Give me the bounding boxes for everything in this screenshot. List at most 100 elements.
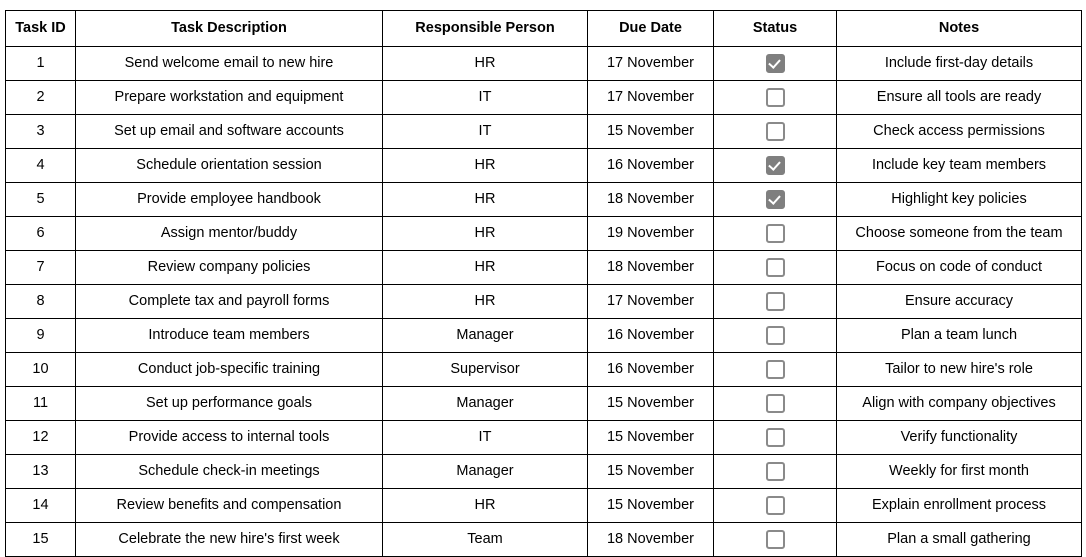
checkbox-checked-icon[interactable] xyxy=(765,156,785,175)
column-header-status: Status xyxy=(713,10,837,47)
cell-due-date: 16 November xyxy=(587,318,714,353)
cell-task-id: 4 xyxy=(5,148,76,183)
cell-responsible-person: IT xyxy=(382,80,588,115)
table-row: 10 Conduct job-specific training Superviso… xyxy=(5,352,1082,387)
cell-responsible-person: HR xyxy=(382,284,588,319)
cell-status[interactable] xyxy=(713,454,837,489)
cell-status[interactable] xyxy=(713,80,837,115)
cell-due-date: 15 November xyxy=(587,454,714,489)
cell-notes: Ensure all tools are ready xyxy=(836,80,1082,115)
cell-responsible-person: HR xyxy=(382,250,588,285)
checkbox-unchecked-icon[interactable] xyxy=(765,394,785,413)
cell-task-description: Celebrate the new hire's first week xyxy=(75,522,383,557)
cell-task-id: 14 xyxy=(5,488,76,523)
checkbox-unchecked-icon[interactable] xyxy=(765,122,785,141)
onboarding-task-table: Task ID Task Description Responsible Per… xyxy=(5,10,1082,557)
table-row: 12 Provide access to internal tools IT 15 N… xyxy=(5,420,1082,455)
cell-status[interactable] xyxy=(713,114,837,149)
cell-task-id: 1 xyxy=(5,46,76,81)
cell-task-description: Set up performance goals xyxy=(75,386,383,421)
cell-status[interactable] xyxy=(713,386,837,421)
cell-task-description: Complete tax and payroll forms xyxy=(75,284,383,319)
table-row: 8 Complete tax and payroll forms HR 17 Nove… xyxy=(5,284,1082,319)
cell-due-date: 15 November xyxy=(587,420,714,455)
table-row: 1 Send welcome email to new hire HR 17 Nove… xyxy=(5,46,1082,81)
checkbox-unchecked-icon[interactable] xyxy=(765,88,785,107)
task-table-container: Task ID Task Description Responsible Per… xyxy=(5,10,1082,557)
cell-task-description: Prepare workstation and equipment xyxy=(75,80,383,115)
cell-due-date: 17 November xyxy=(587,46,714,81)
cell-notes: Highlight key policies xyxy=(836,182,1082,217)
cell-status[interactable] xyxy=(713,148,837,183)
table-row: 5 Provide employee handbook HR 18 November H… xyxy=(5,182,1082,217)
cell-task-id: 12 xyxy=(5,420,76,455)
cell-task-description: Provide access to internal tools xyxy=(75,420,383,455)
cell-notes: Focus on code of conduct xyxy=(836,250,1082,285)
checkbox-checked-icon[interactable] xyxy=(765,190,785,209)
cell-notes: Choose someone from the team xyxy=(836,216,1082,251)
checkbox-unchecked-icon[interactable] xyxy=(765,224,785,243)
cell-task-description: Set up email and software accounts xyxy=(75,114,383,149)
cell-notes: Weekly for first month xyxy=(836,454,1082,489)
cell-task-id: 13 xyxy=(5,454,76,489)
cell-notes: Ensure accuracy xyxy=(836,284,1082,319)
cell-task-id: 6 xyxy=(5,216,76,251)
cell-due-date: 17 November xyxy=(587,284,714,319)
table-row: 2 Prepare workstation and equipment IT 17 N… xyxy=(5,80,1082,115)
cell-status[interactable] xyxy=(713,182,837,217)
cell-responsible-person: IT xyxy=(382,420,588,455)
cell-status[interactable] xyxy=(713,216,837,251)
cell-status[interactable] xyxy=(713,284,837,319)
cell-status[interactable] xyxy=(713,352,837,387)
cell-task-id: 15 xyxy=(5,522,76,557)
checkbox-unchecked-icon[interactable] xyxy=(765,292,785,311)
cell-task-id: 5 xyxy=(5,182,76,217)
checkbox-unchecked-icon[interactable] xyxy=(765,360,785,379)
cell-due-date: 15 November xyxy=(587,386,714,421)
cell-responsible-person: HR xyxy=(382,488,588,523)
cell-responsible-person: HR xyxy=(382,216,588,251)
table-row: 6 Assign mentor/buddy HR 19 November Choose … xyxy=(5,216,1082,251)
cell-status[interactable] xyxy=(713,420,837,455)
cell-task-id: 9 xyxy=(5,318,76,353)
cell-notes: Align with company objectives xyxy=(836,386,1082,421)
checkbox-unchecked-icon[interactable] xyxy=(765,530,785,549)
cell-status[interactable] xyxy=(713,522,837,557)
cell-responsible-person: Manager xyxy=(382,454,588,489)
checkbox-unchecked-icon[interactable] xyxy=(765,462,785,481)
cell-notes: Explain enrollment process xyxy=(836,488,1082,523)
cell-task-id: 3 xyxy=(5,114,76,149)
checkbox-unchecked-icon[interactable] xyxy=(765,496,785,515)
cell-responsible-person: Supervisor xyxy=(382,352,588,387)
cell-task-description: Conduct job-specific training xyxy=(75,352,383,387)
cell-due-date: 18 November xyxy=(587,250,714,285)
table-row: 11 Set up performance goals Manager 15 Nove… xyxy=(5,386,1082,421)
column-header-responsible-person: Responsible Person xyxy=(382,10,588,47)
cell-task-description: Review company policies xyxy=(75,250,383,285)
cell-notes: Include key team members xyxy=(836,148,1082,183)
cell-responsible-person: HR xyxy=(382,46,588,81)
table-body: 1 Send welcome email to new hire HR 17 Nove… xyxy=(5,46,1082,557)
cell-task-description: Send welcome email to new hire xyxy=(75,46,383,81)
header-row: Task ID Task Description Responsible Per… xyxy=(5,10,1082,47)
checkbox-unchecked-icon[interactable] xyxy=(765,428,785,447)
cell-due-date: 17 November xyxy=(587,80,714,115)
cell-notes: Plan a small gathering xyxy=(836,522,1082,557)
cell-status[interactable] xyxy=(713,318,837,353)
table-row: 7 Review company policies HR 18 November Foc… xyxy=(5,250,1082,285)
cell-notes: Include first-day details xyxy=(836,46,1082,81)
cell-due-date: 16 November xyxy=(587,352,714,387)
table-row: 14 Review benefits and compensation HR 15 N… xyxy=(5,488,1082,523)
cell-status[interactable] xyxy=(713,488,837,523)
checkbox-unchecked-icon[interactable] xyxy=(765,326,785,345)
cell-notes: Check access permissions xyxy=(836,114,1082,149)
cell-task-id: 2 xyxy=(5,80,76,115)
cell-notes: Plan a team lunch xyxy=(836,318,1082,353)
checkbox-checked-icon[interactable] xyxy=(765,54,785,73)
checkbox-unchecked-icon[interactable] xyxy=(765,258,785,277)
cell-task-description: Introduce team members xyxy=(75,318,383,353)
column-header-notes: Notes xyxy=(836,10,1082,47)
cell-status[interactable] xyxy=(713,250,837,285)
cell-status[interactable] xyxy=(713,46,837,81)
cell-notes: Verify functionality xyxy=(836,420,1082,455)
